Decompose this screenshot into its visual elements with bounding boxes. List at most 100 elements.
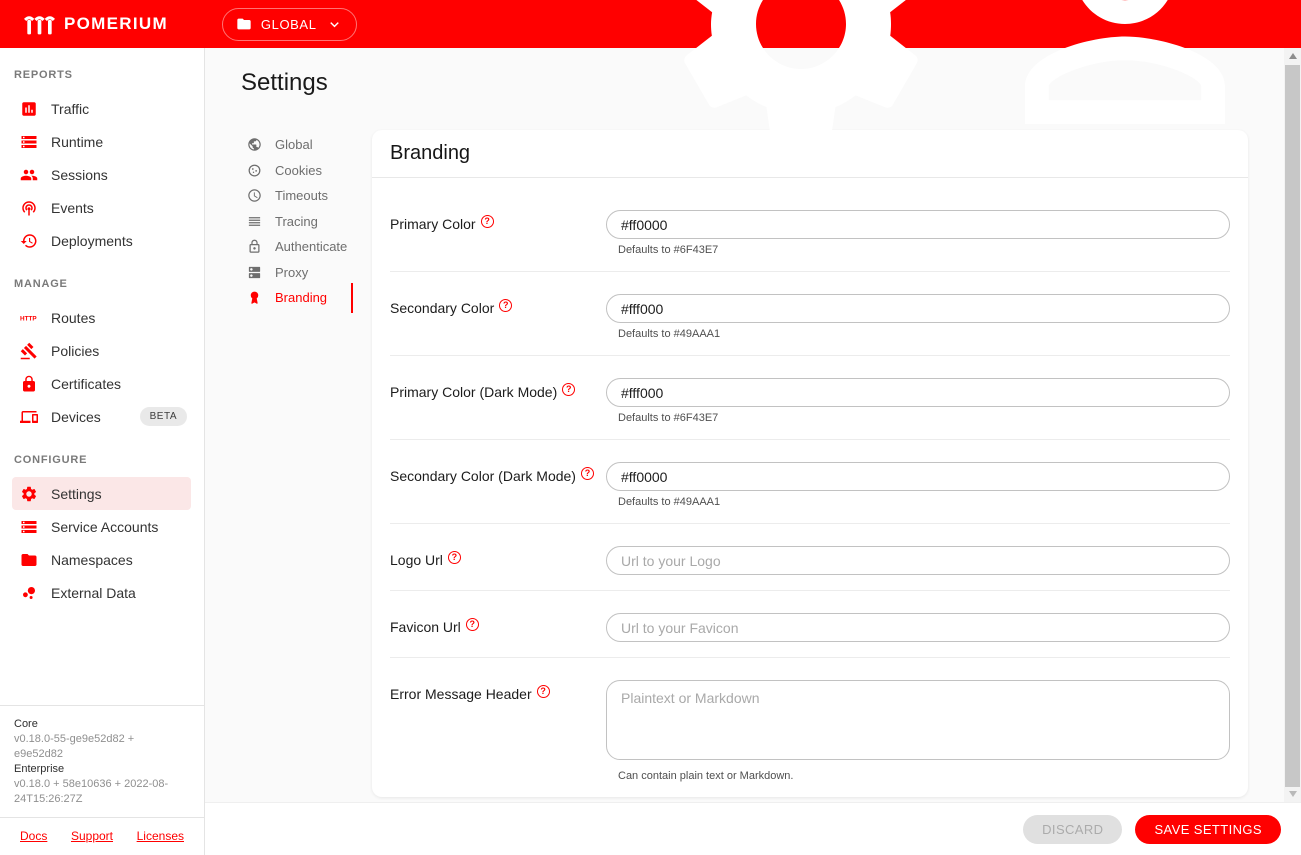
runtime-icon xyxy=(20,133,38,151)
brand-name: POMERIUM xyxy=(64,14,168,33)
service-accounts-icon xyxy=(20,518,38,536)
help-icon[interactable]: ? xyxy=(536,685,550,698)
subnav-item-label: Proxy xyxy=(275,264,309,280)
sidebar: REPORTS Traffic Runtime Sessions Events Deplo… xyxy=(0,48,205,855)
field-helper: Defaults to #6F43E7 xyxy=(618,244,719,256)
field-label-col: Error Message Header? xyxy=(390,680,606,702)
sidebar-item-label: Sessions xyxy=(51,166,108,183)
devices-icon xyxy=(20,408,38,426)
certificates-icon xyxy=(20,375,38,393)
sidebar-item-events[interactable]: Events xyxy=(0,191,204,224)
globe-icon xyxy=(247,137,262,152)
events-icon xyxy=(20,199,38,217)
sidebar-item-external-data[interactable]: External Data xyxy=(0,576,204,609)
field-label-col: Secondary Color (Dark Mode)? xyxy=(390,462,606,484)
sidebar-item-routes[interactable]: HTTP Routes xyxy=(0,301,204,334)
help-icon[interactable]: ? xyxy=(447,551,461,564)
sidebar-item-service-accounts[interactable]: Service Accounts xyxy=(0,510,204,543)
field-label: Primary Color xyxy=(390,216,476,232)
field-label-col: Favicon Url? xyxy=(390,613,606,635)
sidebar-item-sessions[interactable]: Sessions xyxy=(0,158,204,191)
support-link[interactable]: Support xyxy=(71,829,113,843)
secondary-color-dark-mode-input[interactable] xyxy=(606,462,1230,491)
help-icon[interactable]: ? xyxy=(499,299,513,312)
discard-button[interactable]: DISCARD xyxy=(1023,814,1123,844)
tracing-icon xyxy=(247,214,262,229)
primary-color-input[interactable] xyxy=(606,210,1230,239)
action-bar: DISCARD SAVE SETTINGS xyxy=(205,802,1301,855)
subnav-item-tracing[interactable]: Tracing xyxy=(241,209,353,235)
sidebar-item-settings[interactable]: Settings xyxy=(12,477,191,510)
core-version-label: Core xyxy=(14,718,38,730)
field-row-secondary-color: Secondary Color? Defaults to #49AAA1 xyxy=(390,272,1230,356)
version-info: Core v0.18.0-55-ge9e52d82 + e9e52d82 Ent… xyxy=(0,705,204,817)
sidebar-item-label: Runtime xyxy=(51,133,104,150)
account-button[interactable] xyxy=(969,0,1281,180)
cookies-icon xyxy=(247,163,262,178)
sidebar-item-namespaces[interactable]: Namespaces xyxy=(0,543,204,576)
field-label: Error Message Header xyxy=(390,686,532,702)
field-row-primary-color: Primary Color? Defaults to #6F43E7 xyxy=(390,188,1230,272)
save-settings-button[interactable]: SAVE SETTINGS xyxy=(1135,814,1281,844)
section-label-manage: MANAGE xyxy=(14,278,68,290)
field-input-col xyxy=(606,546,1230,575)
sidebar-item-label: Service Accounts xyxy=(51,518,159,535)
field-input-col: Defaults to #49AAA1 xyxy=(606,294,1230,340)
sidebar-item-policies[interactable]: Policies xyxy=(0,334,204,367)
sidebar-item-label: External Data xyxy=(51,584,136,601)
branding-card: Branding Primary Color?Defaults to #6F43… xyxy=(372,130,1248,797)
secondary-color-input[interactable] xyxy=(606,294,1230,323)
person-icon xyxy=(975,0,1275,174)
help-icon[interactable]: ? xyxy=(580,467,594,480)
error-message-header-input[interactable] xyxy=(606,680,1230,760)
sidebar-item-runtime[interactable]: Runtime xyxy=(0,125,204,158)
sidebar-item-label: Traffic xyxy=(51,100,90,117)
favicon-url-input[interactable] xyxy=(606,613,1230,642)
timeouts-icon xyxy=(247,188,262,203)
section-label-configure: CONFIGURE xyxy=(14,454,88,466)
logo-url-input[interactable] xyxy=(606,546,1230,575)
field-row-error-message-header: Error Message Header? Can contain plain t… xyxy=(390,658,1230,797)
sidebar-item-deployments[interactable]: Deployments xyxy=(0,224,204,257)
console-settings-button[interactable] xyxy=(645,0,957,180)
traffic-icon xyxy=(20,100,38,118)
sidebar-item-label: Policies xyxy=(51,342,100,359)
namespace-selector[interactable]: GLOBAL xyxy=(221,7,357,41)
subnav-item-global[interactable]: Global xyxy=(241,132,353,158)
field-input-col: Defaults to #6F43E7 xyxy=(606,210,1230,256)
sidebar-item-devices[interactable]: Devices BETA xyxy=(0,400,204,433)
help-icon[interactable]: ? xyxy=(465,618,479,631)
sidebar-item-label: Routes xyxy=(51,309,96,326)
section-label-reports: REPORTS xyxy=(14,69,73,81)
licenses-link[interactable]: Licenses xyxy=(137,829,184,843)
brand[interactable]: POMERIUM xyxy=(0,11,168,37)
field-input-col: Defaults to #49AAA1 xyxy=(606,462,1230,508)
subnav-item-label: Tracing xyxy=(275,213,318,229)
sidebar-item-label: Events xyxy=(51,199,94,216)
help-icon[interactable]: ? xyxy=(480,215,494,228)
subnav-item-authenticate[interactable]: Authenticate xyxy=(241,234,353,260)
namespace-label: GLOBAL xyxy=(260,16,317,32)
sidebar-item-traffic[interactable]: Traffic xyxy=(0,92,204,125)
subnav-item-label: Branding xyxy=(275,290,328,306)
subnav-item-proxy[interactable]: Proxy xyxy=(241,260,353,286)
topbar-actions xyxy=(645,0,1301,180)
field-input-col: Defaults to #6F43E7 xyxy=(606,378,1230,424)
routes-icon: HTTP xyxy=(20,309,38,327)
subnav-item-branding[interactable]: Branding xyxy=(241,285,353,311)
sidebar-footer-links: Docs Support Licenses xyxy=(0,817,204,855)
help-icon[interactable]: ? xyxy=(562,383,576,396)
topbar: POMERIUM GLOBAL xyxy=(0,0,1301,144)
field-helper: Defaults to #49AAA1 xyxy=(618,328,721,340)
sidebar-item-label: Certificates xyxy=(51,375,122,392)
subnav-item-cookies[interactable]: Cookies xyxy=(241,158,353,184)
subnav-item-timeouts[interactable]: Timeouts xyxy=(241,183,353,209)
scroll-down-arrow[interactable] xyxy=(1284,786,1301,802)
field-label-col: Logo Url? xyxy=(390,546,606,568)
primary-color-dark-mode-input[interactable] xyxy=(606,378,1230,407)
docs-link[interactable]: Docs xyxy=(20,829,47,843)
sidebar-item-certificates[interactable]: Certificates xyxy=(0,367,204,400)
beta-badge: BETA xyxy=(139,407,187,426)
deployments-icon xyxy=(20,232,38,250)
field-input-col: Can contain plain text or Markdown. xyxy=(606,680,1230,782)
